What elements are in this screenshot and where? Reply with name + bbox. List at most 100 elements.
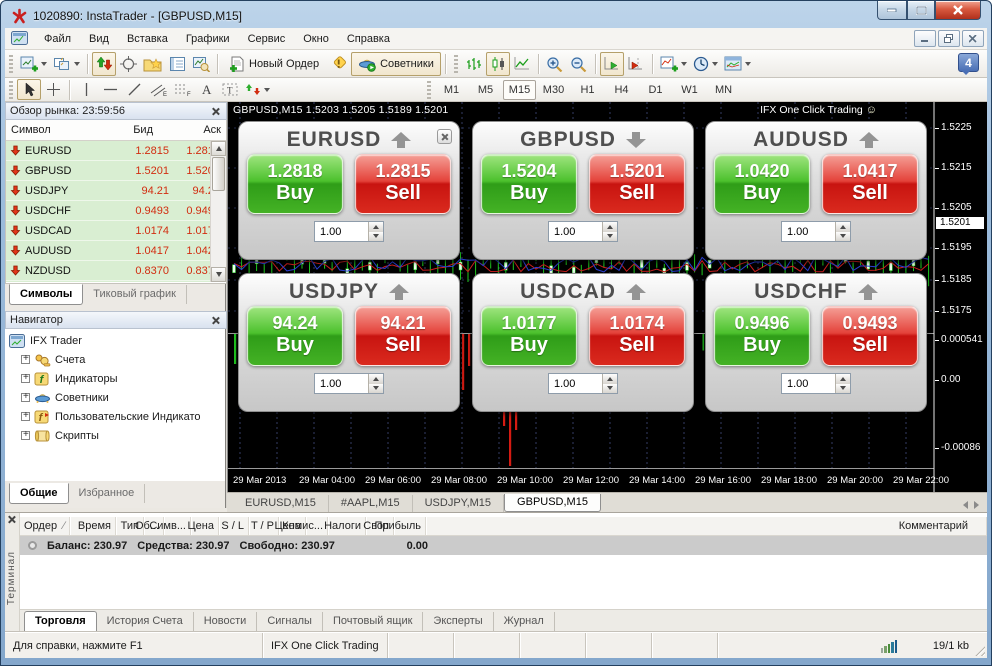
step-down-icon[interactable] xyxy=(369,232,383,242)
crosshair-button[interactable] xyxy=(41,79,65,100)
navigator-root[interactable]: IFX Trader xyxy=(9,331,225,350)
volume-field[interactable] xyxy=(315,222,368,241)
terminal-column-header[interactable]: Время xyxy=(70,517,116,535)
step-up-icon[interactable] xyxy=(603,374,617,384)
strategy-tester-button[interactable] xyxy=(189,52,213,76)
periods-button[interactable] xyxy=(690,52,721,76)
market-watch-row[interactable]: USDCHF0.94930.9496 xyxy=(6,201,226,221)
volume-field[interactable] xyxy=(549,374,602,393)
auto-scroll-button[interactable] xyxy=(600,52,624,76)
market-watch-button[interactable] xyxy=(92,52,116,76)
timeframe-d1-button[interactable]: D1 xyxy=(639,80,672,100)
step-up-icon[interactable] xyxy=(603,222,617,232)
volume-input[interactable] xyxy=(781,221,851,242)
terminal-tab[interactable]: Журнал xyxy=(494,612,555,631)
sell-button[interactable]: 0.9493Sell xyxy=(822,306,918,366)
menu-item[interactable]: Вставка xyxy=(118,30,177,48)
child-restore-button[interactable] xyxy=(938,30,960,47)
experts-button[interactable]: Советники xyxy=(351,52,441,76)
market-watch-row[interactable]: USDCAD1.01741.0177 xyxy=(6,221,226,241)
volume-field[interactable] xyxy=(782,222,835,241)
terminal-tab[interactable]: Торговля xyxy=(24,611,97,632)
zoom-in-button[interactable] xyxy=(543,52,567,76)
resize-grip[interactable] xyxy=(973,633,987,658)
step-down-icon[interactable] xyxy=(836,384,850,394)
terminal-column-header[interactable]: Налоги xyxy=(328,517,366,535)
terminal-tab[interactable]: История Счета xyxy=(97,612,194,631)
expand-icon[interactable] xyxy=(21,431,30,440)
volume-input[interactable] xyxy=(314,373,384,394)
terminal-tab[interactable]: Почтовый ящик xyxy=(323,612,423,631)
buy-button[interactable]: 0.9496Buy xyxy=(714,306,810,366)
volume-stepper[interactable] xyxy=(368,222,383,241)
maximize-button[interactable] xyxy=(907,1,935,20)
market-watch-tab[interactable]: Тиковый график xyxy=(83,285,187,304)
step-up-icon[interactable] xyxy=(369,374,383,384)
templates-button[interactable] xyxy=(721,52,754,76)
indicators-button[interactable] xyxy=(657,52,690,76)
terminal-column-header[interactable]: Цена xyxy=(191,517,219,535)
volume-stepper[interactable] xyxy=(602,374,617,393)
toolbar-grip[interactable] xyxy=(9,55,13,73)
navigator-item[interactable]: Советники xyxy=(9,388,225,407)
step-up-icon[interactable] xyxy=(836,374,850,384)
toolbar-grip[interactable] xyxy=(427,81,431,99)
navigator-item[interactable]: Скрипты xyxy=(9,426,225,445)
sell-button[interactable]: 1.5201Sell xyxy=(589,154,685,214)
arrows-button[interactable] xyxy=(242,79,273,100)
close-icon[interactable] xyxy=(210,314,222,326)
terminal-column-header[interactable]: Ордер xyxy=(20,517,70,535)
buy-button[interactable]: 1.2818Buy xyxy=(247,154,343,214)
chart-shift-button[interactable] xyxy=(624,52,648,76)
sell-button[interactable]: 1.0174Sell xyxy=(589,306,685,366)
child-close-button[interactable] xyxy=(962,30,984,47)
new-order-button[interactable]: Новый Ордер xyxy=(222,52,326,76)
toolbar-grip[interactable] xyxy=(9,81,13,99)
menu-item[interactable]: Файл xyxy=(35,30,80,48)
chart-tab[interactable]: GBPUSD,M15 xyxy=(504,494,601,512)
step-down-icon[interactable] xyxy=(603,232,617,242)
volume-field[interactable] xyxy=(315,374,368,393)
volume-input[interactable] xyxy=(314,221,384,242)
step-down-icon[interactable] xyxy=(836,232,850,242)
close-button[interactable] xyxy=(935,1,981,20)
chart-tab[interactable]: EURUSD,M15 xyxy=(233,495,329,512)
volume-input[interactable] xyxy=(781,373,851,394)
fibonacci-button[interactable]: F xyxy=(170,79,194,100)
terminal-tab[interactable]: Новости xyxy=(194,612,258,631)
profiles-button[interactable] xyxy=(50,52,83,76)
candlestick-chart-button[interactable] xyxy=(486,52,510,76)
tabs-scroll-left-icon[interactable] xyxy=(963,501,968,509)
market-watch-row[interactable]: GBPUSD1.52011.5204 xyxy=(6,161,226,181)
menu-item[interactable]: Сервис xyxy=(239,30,295,48)
timeframe-m1-button[interactable]: M1 xyxy=(435,80,468,100)
terminal-column-header[interactable]: Прибыль xyxy=(394,517,426,535)
market-watch-row[interactable]: EURUSD1.28151.2818 xyxy=(6,141,226,161)
buy-button[interactable]: 1.0177Buy xyxy=(481,306,577,366)
timeframe-m30-button[interactable]: M30 xyxy=(537,80,570,100)
terminal-column-header[interactable]: Комментарий xyxy=(426,517,987,535)
timeframe-m5-button[interactable]: M5 xyxy=(469,80,502,100)
trendline-button[interactable] xyxy=(122,79,146,100)
market-watch-row[interactable]: EURJPY120.75120.79 xyxy=(6,281,226,282)
navigator-tab[interactable]: Избранное xyxy=(69,484,146,503)
vertical-line-button[interactable] xyxy=(74,79,98,100)
timeframe-w1-button[interactable]: W1 xyxy=(673,80,706,100)
timeframe-mn-button[interactable]: MN xyxy=(707,80,740,100)
scroll-up-icon[interactable] xyxy=(211,141,226,156)
scroll-thumb[interactable] xyxy=(212,157,225,191)
favorites-button[interactable] xyxy=(140,52,165,76)
text-button[interactable]: A xyxy=(194,79,218,100)
timeframe-h4-button[interactable]: H4 xyxy=(605,80,638,100)
buy-button[interactable]: 1.5204Buy xyxy=(481,154,577,214)
market-watch-scrollbar[interactable] xyxy=(210,141,226,282)
chart-tab[interactable]: #AAPL,M15 xyxy=(329,495,413,512)
text-label-button[interactable]: T xyxy=(218,79,242,100)
balance-row[interactable]: Баланс: 230.97 Средства: 230.97 Свободно… xyxy=(20,536,987,555)
horizontal-line-button[interactable] xyxy=(98,79,122,100)
terminal-tab[interactable]: Сигналы xyxy=(257,612,323,631)
child-minimize-button[interactable] xyxy=(914,30,936,47)
step-down-icon[interactable] xyxy=(603,384,617,394)
toolbar-grip[interactable] xyxy=(454,55,458,73)
volume-input[interactable] xyxy=(548,373,618,394)
